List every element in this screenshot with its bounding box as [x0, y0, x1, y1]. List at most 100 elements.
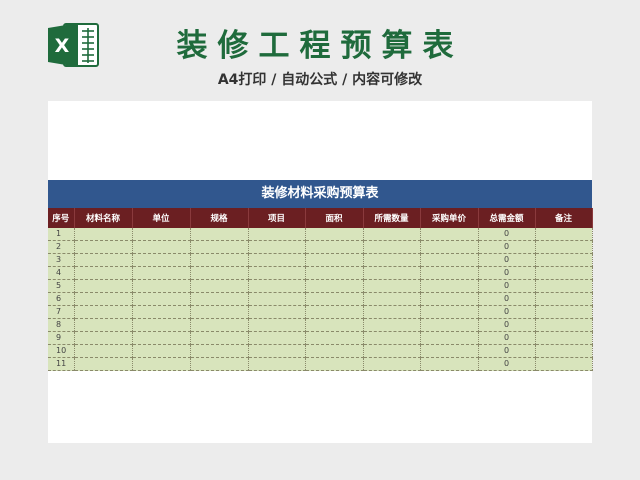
table-cell[interactable]	[305, 253, 364, 268]
table-cell[interactable]	[248, 240, 306, 255]
column-header[interactable]: 备注	[535, 208, 593, 228]
table-cell[interactable]	[248, 228, 306, 242]
total-amount-cell[interactable]: 0	[478, 331, 536, 346]
column-header[interactable]: 规格	[190, 208, 249, 228]
table-cell[interactable]	[132, 266, 191, 281]
table-cell[interactable]	[74, 331, 133, 346]
table-cell[interactable]	[420, 305, 479, 320]
table-cell[interactable]	[132, 318, 191, 333]
column-header[interactable]: 面积	[305, 208, 364, 228]
table-cell[interactable]	[248, 331, 306, 346]
table-cell[interactable]	[535, 266, 593, 281]
table-cell[interactable]	[248, 318, 306, 333]
table-cell[interactable]	[420, 318, 479, 333]
table-cell[interactable]	[535, 305, 593, 320]
table-cell[interactable]	[132, 331, 191, 346]
table-cell[interactable]	[132, 253, 191, 268]
table-cell[interactable]	[248, 253, 306, 268]
table-cell[interactable]	[248, 357, 306, 372]
table-cell[interactable]	[420, 357, 479, 372]
table-cell[interactable]	[74, 357, 133, 372]
table-cell[interactable]	[190, 292, 249, 307]
table-cell[interactable]	[420, 228, 479, 242]
row-number-cell[interactable]: 2	[48, 240, 75, 255]
total-amount-cell[interactable]: 0	[478, 253, 536, 268]
table-cell[interactable]	[305, 305, 364, 320]
table-cell[interactable]	[248, 279, 306, 294]
table-cell[interactable]	[363, 266, 421, 281]
table-cell[interactable]	[305, 266, 364, 281]
table-cell[interactable]	[363, 240, 421, 255]
table-cell[interactable]	[190, 305, 249, 320]
table-cell[interactable]	[305, 240, 364, 255]
table-cell[interactable]	[190, 266, 249, 281]
table-cell[interactable]	[74, 279, 133, 294]
total-amount-cell[interactable]: 0	[478, 344, 536, 359]
table-cell[interactable]	[420, 344, 479, 359]
row-number-cell[interactable]: 1	[48, 228, 75, 242]
table-cell[interactable]	[132, 228, 191, 242]
table-cell[interactable]	[132, 344, 191, 359]
table-cell[interactable]	[190, 228, 249, 242]
table-cell[interactable]	[74, 240, 133, 255]
table-cell[interactable]	[363, 318, 421, 333]
row-number-cell[interactable]: 5	[48, 279, 75, 294]
column-header[interactable]: 采购单价	[420, 208, 479, 228]
column-header[interactable]: 材料名称	[74, 208, 133, 228]
table-cell[interactable]	[535, 253, 593, 268]
table-cell[interactable]	[248, 292, 306, 307]
table-cell[interactable]	[535, 344, 593, 359]
table-cell[interactable]	[305, 331, 364, 346]
table-cell[interactable]	[363, 344, 421, 359]
table-cell[interactable]	[363, 279, 421, 294]
total-amount-cell[interactable]: 0	[478, 318, 536, 333]
table-cell[interactable]	[363, 228, 421, 242]
table-cell[interactable]	[74, 266, 133, 281]
table-cell[interactable]	[132, 279, 191, 294]
table-cell[interactable]	[363, 357, 421, 372]
column-header[interactable]: 所需数量	[363, 208, 421, 228]
table-cell[interactable]	[363, 253, 421, 268]
table-cell[interactable]	[248, 305, 306, 320]
table-cell[interactable]	[420, 253, 479, 268]
total-amount-cell[interactable]: 0	[478, 266, 536, 281]
table-cell[interactable]	[420, 331, 479, 346]
table-cell[interactable]	[190, 318, 249, 333]
table-cell[interactable]	[363, 331, 421, 346]
column-header[interactable]: 项目	[248, 208, 306, 228]
table-cell[interactable]	[420, 292, 479, 307]
row-number-cell[interactable]: 10	[48, 344, 75, 359]
table-cell[interactable]	[535, 318, 593, 333]
total-amount-cell[interactable]: 0	[478, 357, 536, 372]
table-cell[interactable]	[190, 279, 249, 294]
column-header[interactable]: 总需金额	[478, 208, 536, 228]
table-cell[interactable]	[305, 357, 364, 372]
table-cell[interactable]	[190, 344, 249, 359]
table-cell[interactable]	[363, 305, 421, 320]
table-cell[interactable]	[132, 305, 191, 320]
total-amount-cell[interactable]: 0	[478, 228, 536, 242]
row-number-cell[interactable]: 7	[48, 305, 75, 320]
total-amount-cell[interactable]: 0	[478, 279, 536, 294]
table-cell[interactable]	[74, 253, 133, 268]
table-cell[interactable]	[363, 292, 421, 307]
table-cell[interactable]	[420, 279, 479, 294]
row-number-cell[interactable]: 6	[48, 292, 75, 307]
total-amount-cell[interactable]: 0	[478, 240, 536, 255]
table-cell[interactable]	[305, 318, 364, 333]
table-cell[interactable]	[305, 292, 364, 307]
total-amount-cell[interactable]: 0	[478, 292, 536, 307]
table-cell[interactable]	[535, 228, 593, 242]
column-header[interactable]: 序号	[48, 208, 75, 228]
table-cell[interactable]	[132, 357, 191, 372]
table-cell[interactable]	[74, 318, 133, 333]
table-cell[interactable]	[74, 305, 133, 320]
table-cell[interactable]	[190, 357, 249, 372]
total-amount-cell[interactable]: 0	[478, 305, 536, 320]
table-cell[interactable]	[190, 253, 249, 268]
table-cell[interactable]	[74, 344, 133, 359]
row-number-cell[interactable]: 11	[48, 357, 75, 372]
table-cell[interactable]	[190, 240, 249, 255]
table-cell[interactable]	[248, 344, 306, 359]
column-header[interactable]: 单位	[132, 208, 191, 228]
